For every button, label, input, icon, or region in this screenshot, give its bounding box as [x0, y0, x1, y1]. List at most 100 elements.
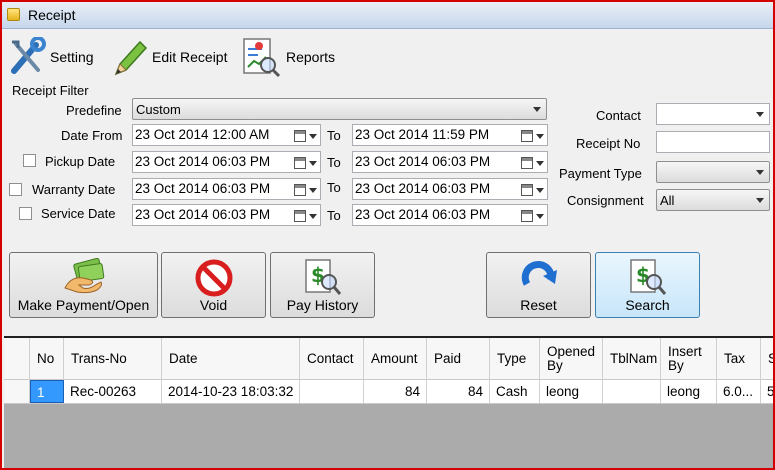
chevron-down-icon: [309, 187, 317, 193]
service-date-checkbox[interactable]: [19, 207, 32, 220]
warranty-from-picker[interactable]: 23 Oct 2014 06:03 PM: [132, 178, 321, 200]
warranty-date-checkbox[interactable]: [9, 183, 22, 196]
pickup-date-checkbox[interactable]: [23, 154, 36, 167]
cell-contact[interactable]: [300, 380, 364, 403]
chevron-down-icon: [756, 112, 764, 117]
date-to-picker[interactable]: 23 Oct 2014 11:59 PM: [352, 124, 548, 146]
contact-select[interactable]: [656, 103, 770, 125]
cell-tblnam[interactable]: [603, 380, 661, 403]
reset-button[interactable]: Reset: [486, 252, 591, 318]
chevron-down-icon: [536, 187, 544, 193]
date-from-calendar-button[interactable]: [289, 128, 317, 144]
pickup-date-label: Pickup Date: [45, 154, 116, 169]
pickup-from-value: 23 Oct 2014 06:03 PM: [135, 154, 271, 169]
row-header[interactable]: [4, 380, 30, 403]
reports-label: Reports: [286, 49, 336, 65]
chevron-down-icon: [309, 133, 317, 139]
money-search-icon: $: [629, 259, 666, 295]
pencil-icon: [114, 40, 148, 76]
calendar-icon: [521, 130, 533, 142]
edit-receipt-menu-item[interactable]: Edit Receipt: [108, 32, 227, 82]
cell-trans-no[interactable]: Rec-00263: [64, 380, 162, 403]
pickup-to-label: To: [327, 155, 341, 170]
warranty-to-label: To: [327, 180, 341, 195]
consignment-select[interactable]: All: [656, 189, 770, 211]
column-header-no[interactable]: No: [30, 338, 64, 380]
chevron-down-icon: [309, 160, 317, 166]
service-to-value: 23 Oct 2014 06:03 PM: [355, 207, 491, 222]
column-header-paid[interactable]: Paid: [427, 338, 490, 380]
predefine-select[interactable]: Custom: [132, 98, 547, 120]
service-date-label: Service Date: [41, 206, 116, 221]
column-header-type[interactable]: Type: [490, 338, 540, 380]
service-from-picker[interactable]: 23 Oct 2014 06:03 PM: [132, 204, 321, 226]
pickup-from-picker[interactable]: 23 Oct 2014 06:03 PM: [132, 151, 321, 173]
column-header-tblnam[interactable]: TblNam: [603, 338, 661, 380]
column-header-tax[interactable]: Tax: [717, 338, 761, 380]
column-header-insert-by[interactable]: Insert By: [661, 338, 717, 380]
date-from-picker[interactable]: 23 Oct 2014 12:00 AM: [132, 124, 321, 146]
consignment-label: Consignment: [567, 193, 644, 208]
search-button[interactable]: $ Search: [595, 252, 700, 318]
calendar-icon: [521, 210, 533, 222]
make-payment-button[interactable]: Make Payment/Open: [9, 252, 158, 318]
calendar-icon: [521, 157, 533, 169]
cell-s[interactable]: 5: [761, 380, 773, 403]
service-from-value: 23 Oct 2014 06:03 PM: [135, 207, 271, 222]
receipt-no-input[interactable]: [656, 131, 770, 153]
cell-date[interactable]: 2014-10-23 18:03:32: [162, 380, 300, 403]
date-to-calendar-button[interactable]: [516, 128, 544, 144]
calendar-icon: [294, 157, 306, 169]
tools-icon: [11, 37, 46, 74]
make-payment-label: Make Payment/Open: [17, 297, 150, 313]
window-title: Receipt: [28, 7, 76, 23]
void-button[interactable]: Void: [161, 252, 266, 318]
chevron-down-icon: [536, 213, 544, 219]
setting-menu-item[interactable]: Setting: [8, 32, 94, 82]
pay-history-label: Pay History: [286, 297, 359, 313]
date-from-value: 23 Oct 2014 12:00 AM: [135, 127, 270, 142]
cell-amount[interactable]: 84: [364, 380, 427, 403]
column-header-date[interactable]: Date: [162, 338, 300, 380]
refresh-icon: [521, 261, 557, 286]
service-to-calendar-button[interactable]: [516, 208, 544, 224]
chevron-down-icon: [536, 133, 544, 139]
receipts-grid: No Trans-No Date Contact Amount Paid Typ…: [4, 336, 773, 468]
column-header-trans-no[interactable]: Trans-No: [64, 338, 162, 380]
warranty-from-calendar-button[interactable]: [289, 182, 317, 198]
cell-paid[interactable]: 84: [427, 380, 490, 403]
pickup-to-calendar-button[interactable]: [516, 155, 544, 171]
cell-no[interactable]: 1: [30, 380, 64, 403]
warranty-to-calendar-button[interactable]: [516, 182, 544, 198]
cell-insert-by[interactable]: leong: [661, 380, 717, 403]
reports-menu-item[interactable]: Reports: [238, 32, 335, 82]
money-hand-icon: [63, 258, 104, 294]
column-header-s[interactable]: S: [761, 338, 773, 380]
warranty-from-value: 23 Oct 2014 06:03 PM: [135, 181, 271, 196]
column-header-amount[interactable]: Amount: [364, 338, 427, 380]
column-header-contact[interactable]: Contact: [300, 338, 364, 380]
calendar-icon: [294, 210, 306, 222]
cell-type[interactable]: Cash: [490, 380, 540, 403]
date-from-label: Date From: [61, 128, 123, 143]
calendar-icon: [521, 184, 533, 196]
cell-opened-by[interactable]: leong: [540, 380, 603, 403]
pay-history-button[interactable]: $ Pay History: [270, 252, 375, 318]
receipt-window: Receipt Setting Edit Receipt Reports Rec…: [0, 0, 775, 470]
predefine-value: Custom: [136, 102, 181, 117]
grid-header: No Trans-No Date Contact Amount Paid Typ…: [4, 338, 773, 380]
cell-tax[interactable]: 6.0...: [717, 380, 761, 403]
pickup-to-picker[interactable]: 23 Oct 2014 06:03 PM: [352, 151, 548, 173]
column-header-opened-by[interactable]: Opened By: [540, 338, 603, 380]
receipt-filter-group-label: Receipt Filter: [12, 83, 89, 98]
service-to-picker[interactable]: 23 Oct 2014 06:03 PM: [352, 204, 548, 226]
calendar-icon: [294, 130, 306, 142]
table-row[interactable]: 1 Rec-00263 2014-10-23 18:03:32 84 84 Ca…: [4, 380, 773, 404]
window-app-icon: [7, 8, 20, 21]
payment-type-select[interactable]: [656, 161, 770, 183]
pickup-to-value: 23 Oct 2014 06:03 PM: [355, 154, 491, 169]
service-from-calendar-button[interactable]: [289, 208, 317, 224]
warranty-to-picker[interactable]: 23 Oct 2014 06:03 PM: [352, 178, 548, 200]
pickup-from-calendar-button[interactable]: [289, 155, 317, 171]
row-header-corner: [4, 338, 30, 380]
